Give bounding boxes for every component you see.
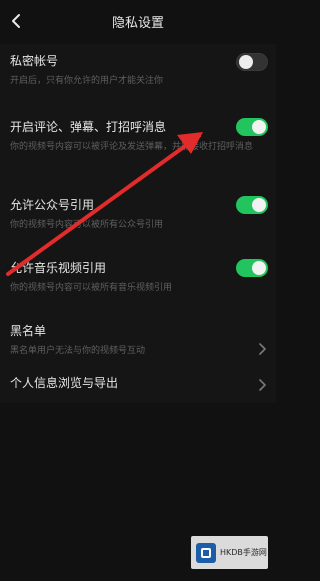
music-video-quote-description: 你的视频号内容可以被所有音乐视频引用 <box>10 283 173 293</box>
comments-danmaku-greeting-label: 开启评论、弹幕、打招呼消息 <box>10 120 167 134</box>
official-account-quote-toggle[interactable] <box>236 196 268 214</box>
comments-danmaku-greeting-toggle[interactable] <box>236 118 268 136</box>
music-video-quote-label: 允许音乐视频引用 <box>10 261 107 275</box>
official-account-quote-label: 允许公众号引用 <box>10 198 95 212</box>
private-account-row[interactable]: 私密帐号 开启后，只有你允许的用户才能关注你 <box>0 44 276 102</box>
official-account-quote-description: 你的视频号内容可以被所有公众号引用 <box>10 220 164 230</box>
watermark-logo-icon <box>196 542 216 563</box>
blacklist-description: 黑名单用户无法与你的视频号互动 <box>10 346 146 356</box>
header: 隐私设置 <box>0 0 276 44</box>
watermark-text: HKDB手游网 <box>220 547 267 557</box>
watermark: HKDB手游网 <box>191 536 268 569</box>
toggle-knob <box>239 55 253 69</box>
personal-info-export-row[interactable]: 个人信息浏览与导出 <box>0 371 276 399</box>
private-account-toggle[interactable] <box>236 53 268 71</box>
settings-list: 私密帐号 开启后，只有你允许的用户才能关注你 开启评论、弹幕、打招呼消息 你的视… <box>0 44 276 403</box>
blacklist-row[interactable]: 黑名单 黑名单用户无法与你的视频号互动 <box>0 320 276 365</box>
page-title: 隐私设置 <box>111 16 164 31</box>
music-video-quote-row[interactable]: 允许音乐视频引用 你的视频号内容可以被所有音乐视频引用 <box>0 257 276 305</box>
toggle-knob <box>252 198 266 212</box>
privacy-settings-screen: 隐私设置 私密帐号 开启后，只有你允许的用户才能关注你 开启评论、弹幕、打招呼消… <box>0 0 276 581</box>
toggle-knob <box>252 261 266 275</box>
private-account-description: 开启后，只有你允许的用户才能关注你 <box>10 76 164 86</box>
private-account-label: 私密帐号 <box>10 54 59 68</box>
blacklist-label: 黑名单 <box>10 324 47 338</box>
personal-info-export-label: 个人信息浏览与导出 <box>10 376 119 390</box>
music-video-quote-toggle[interactable] <box>236 259 268 277</box>
chevron-right-icon <box>259 379 266 391</box>
comments-danmaku-greeting-row[interactable]: 开启评论、弹幕、打招呼消息 你的视频号内容可以被评论及发送弹幕，并能接收打招呼消… <box>0 113 276 171</box>
official-account-quote-row[interactable]: 允许公众号引用 你的视频号内容可以被所有公众号引用 <box>0 194 276 242</box>
comments-danmaku-greeting-description: 你的视频号内容可以被评论及发送弹幕，并能接收打招呼消息 <box>10 142 254 152</box>
toggle-knob <box>252 120 266 134</box>
chevron-right-icon <box>259 343 266 355</box>
